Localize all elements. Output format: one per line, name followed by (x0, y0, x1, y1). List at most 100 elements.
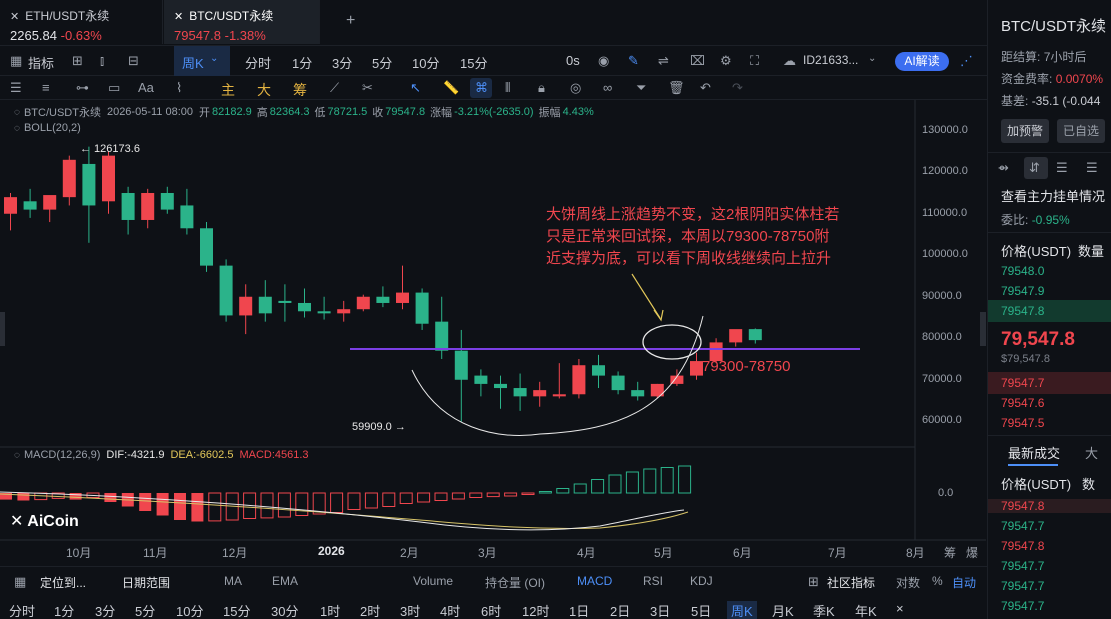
cursor-icon[interactable]: ↖ (410, 80, 421, 96)
fullscreen-icon[interactable]: ⛶ (750, 53, 759, 69)
right-scroll-handle[interactable] (980, 312, 986, 346)
add-tab-button[interactable]: + (346, 12, 355, 30)
period-option[interactable]: 6时 (481, 601, 501, 619)
filter-icon[interactable]: ⏷ (636, 80, 646, 96)
log-toggle[interactable]: 对数 (896, 574, 920, 591)
ask-2[interactable]: 79547.9 (1001, 284, 1044, 298)
close-icon[interactable]: ✕ (10, 11, 19, 23)
ai-button[interactable]: AI解读 (895, 52, 949, 71)
orderbook-title[interactable]: 查看主力挂单情况 (1001, 186, 1105, 205)
ask-3[interactable]: 79547.8 (1001, 304, 1044, 318)
hlines-icon[interactable]: ≡ (42, 80, 50, 95)
ind-kdj[interactable]: KDJ (690, 574, 713, 588)
period-option[interactable]: 5分 (135, 601, 155, 619)
period-option[interactable]: 15分 (223, 601, 250, 619)
date-range-button[interactable]: 日期范围 (122, 574, 170, 591)
hline-icon[interactable]: ⊶ (76, 80, 89, 96)
favorite-button[interactable]: 已自选 (1057, 119, 1105, 143)
ruler-icon[interactable]: 📏 (443, 80, 459, 96)
redo-icon[interactable]: ↷ (732, 80, 743, 96)
period-option[interactable]: × (896, 601, 904, 616)
book-view-icon[interactable]: ⇴ (998, 160, 1009, 176)
period-option[interactable]: 3日 (650, 601, 670, 619)
period-option[interactable]: 4时 (440, 601, 460, 619)
percent-toggle[interactable]: % (932, 574, 943, 588)
period-option[interactable]: 季K (813, 601, 835, 619)
community-icon[interactable]: ⊞ (808, 574, 819, 590)
period-option[interactable]: 月K (772, 601, 794, 619)
magnet-icon[interactable]: ⌘ (475, 80, 488, 96)
period-option[interactable]: 3时 (400, 601, 420, 619)
tool-da[interactable]: 大 (257, 80, 271, 100)
locate-button[interactable]: 定位到... (40, 574, 86, 591)
eye-icon[interactable]: ◌ (14, 450, 20, 461)
indicator-icon[interactable]: ▦ (10, 53, 22, 69)
wave-icon[interactable]: ⌇ (176, 80, 182, 96)
ind-macd[interactable]: MACD (577, 574, 612, 588)
grid-icon[interactable]: ⊟ (128, 53, 139, 69)
period-option[interactable]: 1时 (320, 601, 340, 619)
large-trades-tab[interactable]: 大 (1085, 443, 1098, 462)
ask-1[interactable]: 79548.0 (1001, 264, 1044, 278)
lock-icon[interactable]: 🔒︎ (538, 80, 545, 96)
id-select[interactable]: ID21633... (803, 53, 858, 67)
calendar-icon[interactable]: ▦ (14, 574, 26, 590)
period-5m[interactable]: 5分 (372, 53, 392, 72)
add-alert-button[interactable]: 加预警 (1001, 119, 1049, 143)
path-icon[interactable]: ⟋ (330, 80, 339, 96)
chart-type-icon[interactable]: ⫾ (100, 53, 104, 69)
period-option[interactable]: 2日 (610, 601, 630, 619)
chevron-down-icon[interactable]: ⌄ (210, 53, 218, 64)
burst-toggle[interactable]: 爆 (966, 544, 978, 561)
bid-3[interactable]: 79547.5 (1001, 416, 1044, 430)
period-select[interactable]: 周K (182, 53, 204, 72)
price-chart[interactable] (0, 100, 986, 566)
seconds-toggle[interactable]: 0s (566, 53, 580, 68)
chip-toggle[interactable]: 筹 (944, 544, 956, 561)
indicator-button[interactable]: 指标 (28, 53, 54, 72)
book-asks-icon[interactable]: ☰ (1086, 160, 1098, 176)
link-icon[interactable]: ∞ (603, 80, 612, 95)
rect-icon[interactable]: ▭ (108, 80, 120, 96)
trash-icon[interactable]: 🗑︎ (668, 80, 685, 96)
period-15m[interactable]: 15分 (460, 53, 487, 72)
period-option[interactable]: 周K (727, 601, 757, 619)
period-fen[interactable]: 分时 (245, 53, 271, 72)
ind-rsi[interactable]: RSI (643, 574, 663, 588)
ind-ema[interactable]: EMA (272, 574, 298, 588)
period-3m[interactable]: 3分 (332, 53, 352, 72)
tab-eth[interactable]: ✕ ETH/USDT永续 2265.84 -0.63% (0, 0, 163, 44)
bid-1[interactable]: 79547.7 (1001, 376, 1044, 390)
ind-ma[interactable]: MA (224, 574, 242, 588)
ind-oi[interactable]: 持仓量 (OI) (485, 574, 545, 591)
ind-volume[interactable]: Volume (413, 574, 453, 588)
undo-icon[interactable]: ↶ (700, 80, 711, 96)
community-indicators[interactable]: 社区指标 (827, 574, 875, 591)
period-option[interactable]: 10分 (176, 601, 203, 619)
tool-chou[interactable]: 筹 (293, 80, 307, 100)
period-option[interactable]: 12时 (522, 601, 549, 619)
period-option[interactable]: 1分 (54, 601, 74, 619)
menu-icon[interactable]: ☰ (10, 80, 22, 96)
book-bids-icon[interactable]: ☰ (1056, 160, 1068, 176)
cross-icon[interactable]: ✂ (362, 80, 373, 96)
text-icon[interactable]: Aa (138, 80, 154, 95)
template-icon[interactable]: ⌧ (690, 53, 705, 69)
chevron-down-icon[interactable]: ⌄ (868, 53, 876, 64)
cloud-icon[interactable]: ☁ (783, 53, 796, 69)
book-split-icon[interactable]: ⇵ (1029, 160, 1040, 176)
bid-2[interactable]: 79547.6 (1001, 396, 1044, 410)
period-option[interactable]: 1日 (569, 601, 589, 619)
period-option[interactable]: 年K (855, 601, 877, 619)
candles-icon[interactable]: ⫴ (505, 80, 510, 96)
settings-icon[interactable]: ⚙ (720, 53, 732, 69)
period-option[interactable]: 分时 (9, 601, 35, 619)
layout-icon[interactable]: ⊞ (72, 53, 83, 69)
period-option[interactable]: 3分 (95, 601, 115, 619)
tool-zhu[interactable]: 主 (221, 80, 235, 100)
tab-btc[interactable]: ✕ BTC/USDT永续 79547.8 -1.38% (164, 0, 320, 44)
camera-icon[interactable]: ◉ (598, 53, 609, 69)
share-icon[interactable]: ⋰ (960, 53, 973, 69)
eye-icon[interactable]: ◎ (570, 80, 581, 96)
auto-toggle[interactable]: 自动 (952, 574, 976, 591)
